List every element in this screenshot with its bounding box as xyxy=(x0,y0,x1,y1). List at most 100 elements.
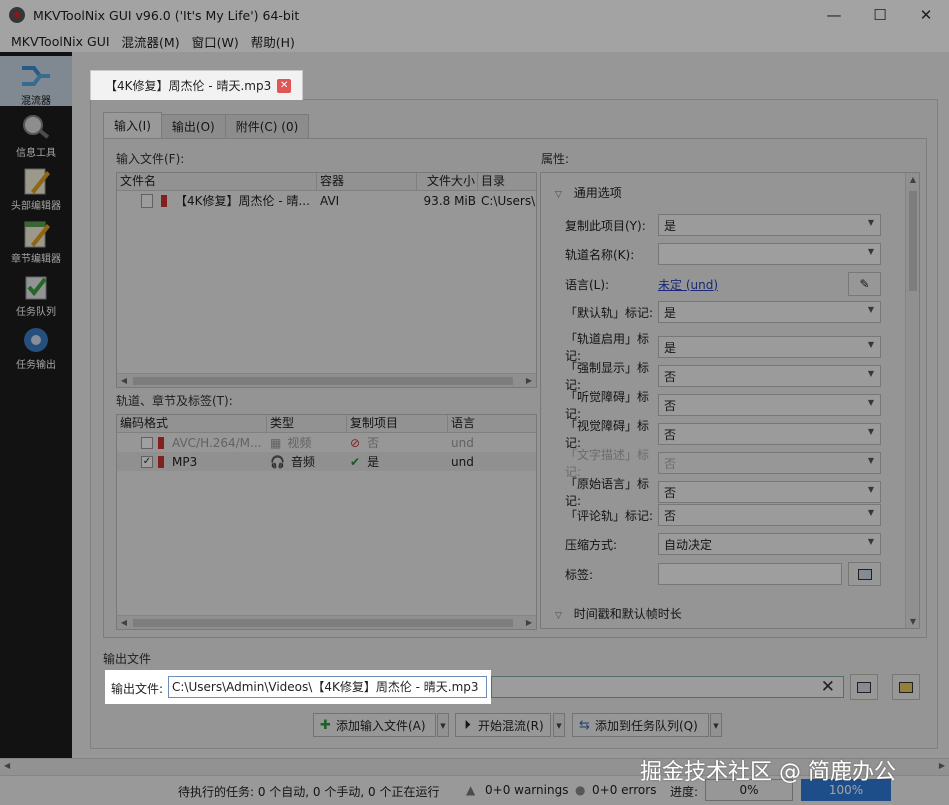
start-mux-dropdown[interactable]: ▼ xyxy=(553,713,565,737)
add-input-files-button[interactable]: ✚ 添加输入文件(A) xyxy=(313,713,436,737)
table-row[interactable]: AVC/H.264/M... ▦ 视频 ⊘ 否 und xyxy=(117,433,536,452)
select-value: 否 xyxy=(664,508,677,523)
start-multiplexing-button[interactable]: ⏵ 开始混流(R) xyxy=(455,713,551,737)
sidebar-item-job-queue[interactable]: 任务队列 xyxy=(0,267,72,318)
output-file-field[interactable]: C:\Users\Admin\Videos\【4K修复】周杰伦 - 晴天.mp3 xyxy=(168,676,487,698)
properties-panel: ▽ 通用选项 复制此项目(Y): 是 ▼ 轨道名称(K): ▼ 语言(L): 未定… xyxy=(540,172,920,629)
output-field-extension[interactable]: ✕ xyxy=(491,676,844,698)
track-name-combo[interactable]: ▼ xyxy=(658,243,881,265)
close-button[interactable]: ✕ xyxy=(903,0,949,30)
menu-window[interactable]: 窗口(W) xyxy=(186,32,245,51)
hearing-impaired-select[interactable]: 否 ▼ xyxy=(658,394,881,416)
app-icon xyxy=(9,7,25,23)
col-type[interactable]: 类型 xyxy=(267,415,347,432)
sidebar-item-chapter-editor[interactable]: 章节编辑器 xyxy=(0,214,72,265)
visual-impaired-select[interactable]: 否 ▼ xyxy=(658,423,881,445)
sidebar-item-label: 信息工具 xyxy=(16,148,56,159)
prop-label: 压缩方式: xyxy=(565,537,618,552)
color-marker-icon xyxy=(158,455,164,468)
tab-attachments[interactable]: 附件(C) (0) xyxy=(224,114,310,138)
warning-icon: ▲ xyxy=(466,783,476,797)
add-queue-dropdown[interactable]: ▼ xyxy=(710,713,722,737)
table-row[interactable]: ✓ MP3 🎧 音频 ✔ 是 und xyxy=(117,452,536,471)
tags-input[interactable] xyxy=(658,563,842,585)
sidebar-item-multiplexer[interactable]: 混流器 xyxy=(0,56,72,107)
window-title: MKVToolNix GUI v96.0 ('It's My Life') 64… xyxy=(33,7,300,23)
prop-label: 复制此项目(Y): xyxy=(565,218,646,233)
forced-select[interactable]: 否 ▼ xyxy=(658,365,881,387)
collapse-icon: ▽ xyxy=(555,611,562,621)
select-value: 是 xyxy=(664,218,677,233)
file-size: 93.8 MiB xyxy=(423,193,476,208)
output-file-label: 输出文件: xyxy=(111,682,164,696)
general-section-title: 通用选项 xyxy=(573,186,622,200)
tracks-label: 轨道、章节及标签(T): xyxy=(116,394,233,408)
track-enabled-select[interactable]: 是 ▼ xyxy=(658,336,881,358)
track-type: 视频 xyxy=(287,436,312,450)
col-directory[interactable]: 目录 xyxy=(478,173,536,190)
original-language-select[interactable]: 否 ▼ xyxy=(658,481,881,503)
track-codec: AVC/H.264/M... xyxy=(172,435,262,450)
col-filename[interactable]: 文件名 xyxy=(117,173,317,190)
default-track-select[interactable]: 是 ▼ xyxy=(658,301,881,323)
col-language[interactable]: 语言 xyxy=(448,415,536,432)
table-row[interactable]: 【4K修复】周杰伦 - 晴... AVI 93.8 MiB C:\Users\ xyxy=(117,191,536,210)
tab-output[interactable]: 输出(O) xyxy=(160,114,226,138)
chevron-down-icon: ▼ xyxy=(867,247,874,256)
save-icon xyxy=(857,681,871,693)
sidebar-item-info-tool[interactable]: 信息工具 xyxy=(0,108,72,159)
col-filesize[interactable]: 文件大小 xyxy=(417,173,478,190)
file-icon xyxy=(141,193,153,208)
close-tab-icon[interactable]: ✕ xyxy=(277,78,292,93)
menu-mkvtoolnix[interactable]: MKVToolNix GUI xyxy=(5,34,116,49)
track-language: und xyxy=(451,435,474,450)
document-tab[interactable]: 【4K修复】周杰伦 - 晴天.mp3 ✕ xyxy=(90,70,303,100)
prop-label: 轨道名称(K): xyxy=(565,247,635,262)
language-link[interactable]: 未定 (und) xyxy=(658,276,848,293)
title-bar: MKVToolNix GUI v96.0 ('It's My Life') 64… xyxy=(0,0,949,30)
edit-language-button[interactable]: ✎ xyxy=(848,272,881,296)
browse-tags-button[interactable] xyxy=(848,562,881,586)
copy-item-select[interactable]: 是 ▼ xyxy=(658,214,881,236)
col-container[interactable]: 容器 xyxy=(317,173,417,190)
play-icon: ⏵ xyxy=(464,717,471,733)
tab-input[interactable]: 输入(I) xyxy=(103,112,162,138)
add-to-queue-button[interactable]: ⇆ 添加到任务队列(Q) xyxy=(572,713,709,737)
browse-output-button[interactable] xyxy=(850,674,878,700)
select-value: 否 xyxy=(664,398,677,413)
track-checkbox[interactable]: ✓ xyxy=(141,455,153,468)
select-value: 否 xyxy=(664,427,677,442)
file-name: 【4K修复】周杰伦 - 晴... xyxy=(175,194,310,208)
file-directory: C:\Users\ xyxy=(481,193,536,208)
col-copy[interactable]: 复制项目 xyxy=(347,415,448,432)
sidebar-item-label: 任务队列 xyxy=(16,307,56,318)
open-folder-button[interactable] xyxy=(892,674,920,700)
chevron-down-icon: ▼ xyxy=(867,369,874,378)
sidebar-item-job-output[interactable]: 任务输出 xyxy=(0,320,72,371)
button-label: 开始混流(R) xyxy=(478,718,544,733)
maximize-button[interactable]: ☐ xyxy=(857,0,903,30)
add-input-dropdown[interactable]: ▼ xyxy=(437,713,449,737)
horizontal-scrollbar[interactable]: ◀ ▶ xyxy=(117,373,536,387)
compression-select[interactable]: 自动决定 ▼ xyxy=(658,533,881,555)
minimize-button[interactable]: — xyxy=(811,0,857,30)
plus-icon: ✚ xyxy=(320,717,331,733)
timing-section-header[interactable]: ▽ 时间戳和默认帧时长 xyxy=(555,605,682,622)
menu-multiplexer[interactable]: 混流器(M) xyxy=(116,32,186,51)
warnings-count[interactable]: 0+0 warnings xyxy=(485,783,568,797)
sidebar-item-label: 章节编辑器 xyxy=(11,254,61,265)
menu-help[interactable]: 帮助(H) xyxy=(245,32,301,51)
input-files-table[interactable]: 文件名 容器 文件大小 目录 【4K修复】周杰伦 - 晴... AVI 93.8… xyxy=(116,172,537,388)
sidebar-item-header-editor[interactable]: 头部编辑器 xyxy=(0,161,72,212)
file-container: AVI xyxy=(320,193,340,208)
vertical-scrollbar[interactable]: ▲ ▼ xyxy=(905,173,919,628)
color-marker-icon xyxy=(158,436,164,449)
horizontal-scrollbar[interactable]: ◀ ▶ xyxy=(117,615,536,629)
chevron-down-icon: ▼ xyxy=(867,485,874,494)
track-checkbox[interactable] xyxy=(141,436,153,449)
tracks-table[interactable]: 编码格式 类型 复制项目 语言 AVC/H.264/M... ▦ 视频 ⊘ 否 … xyxy=(116,414,537,630)
col-codec[interactable]: 编码格式 xyxy=(117,415,267,432)
general-section-header[interactable]: ▽ 通用选项 xyxy=(555,184,622,201)
clear-icon[interactable]: ✕ xyxy=(821,677,835,697)
commentary-select[interactable]: 否 ▼ xyxy=(658,504,881,526)
